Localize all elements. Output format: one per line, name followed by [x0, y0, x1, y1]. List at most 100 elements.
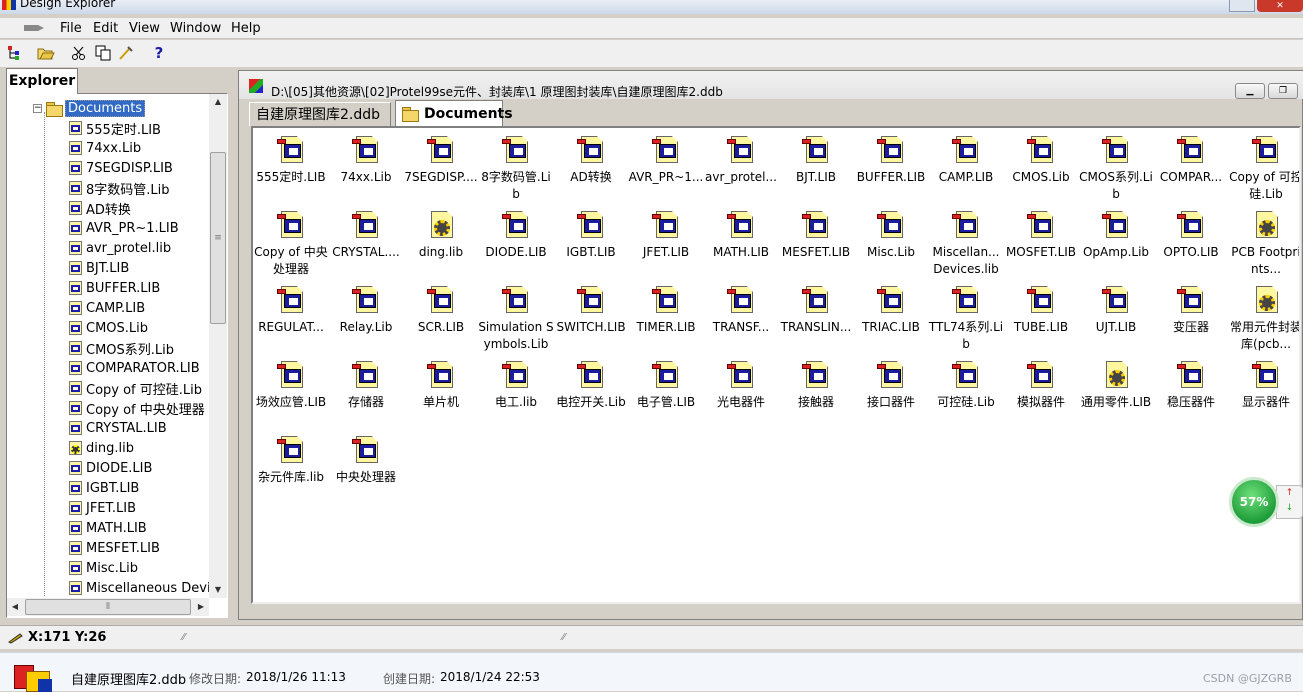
- document-item[interactable]: 电控开关.Lib: [553, 359, 629, 411]
- tree-horizontal-scrollbar[interactable]: ◀ ⦀ ▶: [7, 598, 209, 616]
- document-item[interactable]: UJT.LIB: [1078, 284, 1154, 336]
- document-item[interactable]: AVR_PR~1...: [628, 134, 704, 186]
- document-item[interactable]: AD转换: [553, 134, 629, 186]
- document-item[interactable]: TRIAC.LIB: [853, 284, 929, 336]
- tree-item[interactable]: 8字数码管.Lib: [67, 178, 170, 198]
- document-item[interactable]: 可控硅.Lib: [928, 359, 1004, 411]
- tree-item[interactable]: JFET.LIB: [67, 498, 136, 518]
- close-button[interactable]: ✕: [1257, 0, 1303, 12]
- document-item[interactable]: 稳压器件: [1153, 359, 1229, 411]
- tree-item[interactable]: COMPARATOR.LIB: [67, 358, 200, 378]
- paste-button[interactable]: [115, 43, 137, 63]
- document-item[interactable]: 常用元件封装库(pcb...: [1228, 284, 1299, 353]
- scroll-up-arrow-icon[interactable]: ▲: [209, 94, 227, 110]
- tree-item[interactable]: DIODE.LIB: [67, 458, 152, 478]
- cut-button[interactable]: [68, 43, 90, 63]
- document-item[interactable]: COMPAR...: [1153, 134, 1229, 186]
- document-item[interactable]: 杂元件库.lib: [253, 434, 329, 486]
- tree-item[interactable]: Copy of 中央处理器: [67, 398, 205, 418]
- document-item[interactable]: 单片机: [403, 359, 479, 411]
- tab-explorer[interactable]: Explorer: [6, 68, 78, 94]
- tree-item[interactable]: 555定时.LIB: [67, 118, 161, 138]
- tree-item[interactable]: CMOS.Lib: [67, 318, 148, 338]
- document-item[interactable]: 场效应管.LIB: [253, 359, 329, 411]
- minimize-button[interactable]: [1229, 0, 1255, 12]
- copy-button[interactable]: [92, 43, 114, 63]
- document-item[interactable]: 通用零件.LIB: [1078, 359, 1154, 411]
- tree-item[interactable]: CRYSTAL.LIB: [67, 418, 167, 438]
- document-item[interactable]: CRYSTAL....: [328, 209, 404, 261]
- performance-badge[interactable]: 57%: [1229, 477, 1279, 527]
- document-item[interactable]: 8字数码管.Lib: [478, 134, 554, 203]
- document-item[interactable]: OpAmp.Lib: [1078, 209, 1154, 261]
- document-item[interactable]: MESFET.LIB: [778, 209, 854, 261]
- help-button[interactable]: ?: [148, 43, 170, 63]
- document-item[interactable]: 接口器件: [853, 359, 929, 411]
- scroll-right-arrow-icon[interactable]: ▶: [193, 598, 209, 616]
- document-item[interactable]: TRANSF...: [703, 284, 779, 336]
- document-item[interactable]: SCR.LIB: [403, 284, 479, 336]
- system-menu-arrow-icon[interactable]: [22, 22, 46, 34]
- tree-item[interactable]: ding.lib: [67, 438, 134, 458]
- open-button[interactable]: [35, 43, 57, 63]
- document-item[interactable]: Miscellan... Devices.lib: [928, 209, 1004, 278]
- doc-restore-button[interactable]: ❐: [1268, 83, 1298, 99]
- collapse-icon[interactable]: −: [33, 103, 42, 113]
- tree-item[interactable]: CMOS系列.Lib: [67, 338, 174, 358]
- menu-window[interactable]: Window: [170, 21, 221, 36]
- document-item[interactable]: Misc.Lib: [853, 209, 929, 261]
- document-item[interactable]: 555定时.LIB: [253, 134, 329, 186]
- document-item[interactable]: MOSFET.LIB: [1003, 209, 1079, 261]
- scroll-left-arrow-icon[interactable]: ◀: [7, 598, 23, 616]
- document-item[interactable]: Simulation Symbols.Lib: [478, 284, 554, 353]
- document-item[interactable]: IGBT.LIB: [553, 209, 629, 261]
- tree-item[interactable]: AVR_PR~1.LIB: [67, 218, 179, 238]
- document-item[interactable]: 模拟器件: [1003, 359, 1079, 411]
- scroll-down-arrow-icon[interactable]: ▼: [209, 582, 227, 598]
- tree-item[interactable]: 7SEGDISP.LIB: [67, 158, 173, 178]
- document-item[interactable]: 接触器: [778, 359, 854, 411]
- doc-minimize-button[interactable]: ▁: [1235, 83, 1265, 99]
- document-item[interactable]: BJT.LIB: [778, 134, 854, 186]
- document-item[interactable]: SWITCH.LIB: [553, 284, 629, 336]
- tree-item[interactable]: Copy of 可控硅.Lib: [67, 378, 202, 398]
- document-item[interactable]: MATH.LIB: [703, 209, 779, 261]
- document-item[interactable]: 电工.lib: [478, 359, 554, 411]
- document-item[interactable]: 74xx.Lib: [328, 134, 404, 186]
- document-item[interactable]: Copy of 中央处理器: [253, 209, 329, 278]
- document-item[interactable]: TIMER.LIB: [628, 284, 704, 336]
- scroll-thumb[interactable]: ≡: [210, 152, 226, 324]
- tree-item[interactable]: 74xx.Lib: [67, 138, 141, 158]
- tree-item-documents[interactable]: − Documents: [33, 98, 146, 118]
- document-item[interactable]: DIODE.LIB: [478, 209, 554, 261]
- tab-documents[interactable]: Documents: [395, 100, 513, 126]
- tree-vertical-scrollbar[interactable]: ▲ ≡ ▼: [209, 94, 227, 598]
- tree-item[interactable]: Miscellaneous Devic: [67, 578, 209, 596]
- document-item[interactable]: avr_protel...: [703, 134, 779, 186]
- document-item[interactable]: TRANSLIN...: [778, 284, 854, 336]
- document-item[interactable]: REGULAT...: [253, 284, 329, 336]
- tree-item[interactable]: Misc.Lib: [67, 558, 138, 578]
- document-item[interactable]: PCB Footprints...: [1228, 209, 1299, 278]
- tree-item[interactable]: IGBT.LIB: [67, 478, 139, 498]
- document-item[interactable]: ding.lib: [403, 209, 479, 261]
- document-item[interactable]: 电子管.LIB: [628, 359, 704, 411]
- document-item[interactable]: TUBE.LIB: [1003, 284, 1079, 336]
- document-item[interactable]: JFET.LIB: [628, 209, 704, 261]
- tree-item[interactable]: avr_protel.lib: [67, 238, 171, 258]
- menu-help[interactable]: Help: [231, 21, 261, 36]
- document-item[interactable]: CAMP.LIB: [928, 134, 1004, 186]
- document-item[interactable]: TTL74系列.Lib: [928, 284, 1004, 353]
- document-item[interactable]: 存储器: [328, 359, 404, 411]
- menu-view[interactable]: View: [129, 21, 160, 36]
- document-item[interactable]: Copy of 可控硅.Lib: [1228, 134, 1299, 203]
- document-item[interactable]: 变压器: [1153, 284, 1229, 336]
- tree-item[interactable]: MESFET.LIB: [67, 538, 160, 558]
- menu-file[interactable]: File: [60, 21, 82, 36]
- tree-item[interactable]: AD转换: [67, 198, 131, 218]
- tab-ddb[interactable]: 自建原理图库2.ddb: [249, 102, 391, 126]
- explorer-toggle-button[interactable]: [3, 43, 25, 63]
- tree-item[interactable]: BJT.LIB: [67, 258, 129, 278]
- document-item[interactable]: 7SEGDISP....: [403, 134, 479, 186]
- document-item[interactable]: BUFFER.LIB: [853, 134, 929, 186]
